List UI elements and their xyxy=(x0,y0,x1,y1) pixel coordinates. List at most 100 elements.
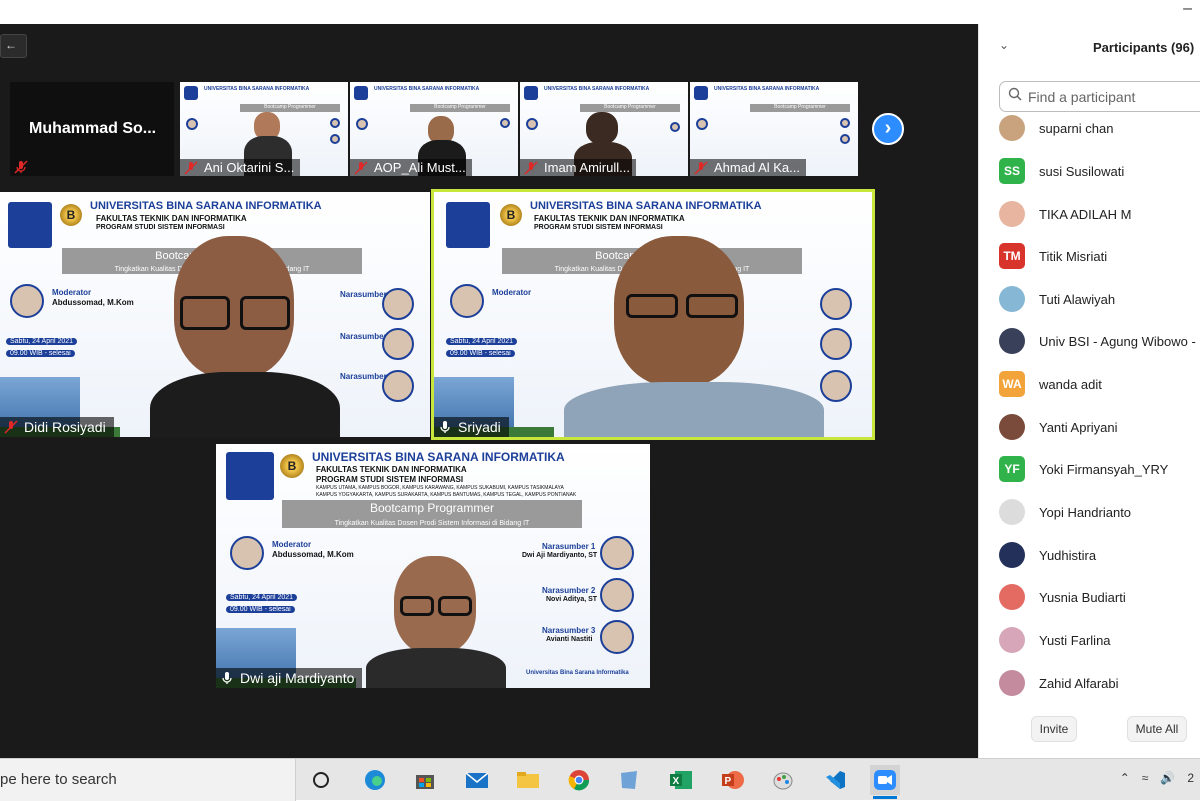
poster-faculty: FAKULTAS TEKNIK DAN INFORMATIKA xyxy=(534,214,685,223)
participant-name: susi Susilowati xyxy=(1039,163,1125,179)
video-thumbnail[interactable]: UNIVERSITAS BINA SARANA INFORMATIKA Boot… xyxy=(690,82,858,176)
poster-program: PROGRAM STUDI SISTEM INFORMASI xyxy=(316,475,464,484)
avatar: WA xyxy=(999,371,1025,397)
participant-name: Yoki Firmansyah_YRY xyxy=(1039,461,1169,477)
mute-all-button[interactable]: Mute All xyxy=(1127,716,1187,742)
participant-video xyxy=(564,232,824,437)
participant-item[interactable]: Univ BSI - Agung Wibowo - xyxy=(999,327,1200,355)
participants-panel: ⌄ Participants (96) Find a participant s… xyxy=(978,24,1200,758)
participant-item[interactable]: Yanti Apriyani xyxy=(999,413,1200,441)
participant-item[interactable]: SS susi Susilowati xyxy=(999,157,1200,185)
search-icon xyxy=(1008,87,1022,106)
participant-name: Didi Rosiyadi xyxy=(24,419,106,435)
participant-name: AOP_Ali Must... xyxy=(374,160,466,175)
edge-icon[interactable] xyxy=(360,765,390,795)
powerpoint-icon[interactable]: P xyxy=(718,765,748,795)
video-label: Ahmad Al Ka... xyxy=(690,159,806,176)
wifi-icon[interactable]: ≈ xyxy=(1142,771,1149,785)
video-thumbnail[interactable]: UNIVERSITAS BINA SARANA INFORMATIKA Boot… xyxy=(520,82,688,176)
avatar xyxy=(999,328,1025,354)
video-label: Imam Amirull... xyxy=(520,159,636,176)
zoom-icon[interactable] xyxy=(870,765,900,799)
poster-faculty: FAKULTAS TEKNIK DAN INFORMATIKA xyxy=(316,465,467,474)
video-tile[interactable]: B UNIVERSITAS BINA SARANA INFORMATIKA FA… xyxy=(216,444,650,688)
chevron-up-icon[interactable]: ⌃ xyxy=(1120,771,1130,785)
university-logo xyxy=(8,202,52,248)
avatar xyxy=(999,286,1025,312)
participant-name-tile[interactable]: Muhammad So... xyxy=(10,82,174,176)
window-title-strip: – xyxy=(0,0,1200,24)
poster-faculty: FAKULTAS TEKNIK DAN INFORMATIKA xyxy=(96,214,247,223)
participant-name: Imam Amirull... xyxy=(544,160,630,175)
poster-university: UNIVERSITAS BINA SARANA INFORMATIKA xyxy=(530,200,762,212)
vscode-icon[interactable] xyxy=(820,765,850,795)
video-thumbnail[interactable]: UNIVERSITAS BINA SARANA INFORMATIKA Boot… xyxy=(180,82,348,176)
poster-program: PROGRAM STUDI SISTEM INFORMASI xyxy=(534,224,663,231)
university-logo xyxy=(446,202,490,248)
unmuted-mic-icon xyxy=(220,671,234,685)
participant-name: TIKA ADILAH M xyxy=(1039,206,1132,222)
invite-button[interactable]: Invite xyxy=(1031,716,1077,742)
poster-banner: Bootcamp ProgrammerTingkatkan Kualitas D… xyxy=(282,500,582,528)
paint-icon[interactable] xyxy=(768,765,798,795)
participant-name: Muhammad So... xyxy=(29,120,157,137)
chrome-icon[interactable] xyxy=(564,765,594,795)
clock-text[interactable]: 2 xyxy=(1187,771,1194,785)
participant-item[interactable]: Yopi Handrianto xyxy=(999,498,1200,526)
cortana-icon[interactable] xyxy=(306,765,336,795)
muted-mic-icon xyxy=(184,160,198,175)
poster-campuses: KAMPUS UTAMA, KAMPUS BOGOR, KAMPUS KARAW… xyxy=(316,485,564,491)
taskbar-search-box[interactable]: pe here to search xyxy=(0,759,296,801)
muted-mic-icon xyxy=(694,160,708,175)
video-tile[interactable]: B UNIVERSITAS BINA SARANA INFORMATIKA FA… xyxy=(0,192,430,437)
participant-search-input[interactable]: Find a participant xyxy=(999,81,1200,112)
participant-item[interactable]: TM Titik Misriati xyxy=(999,242,1200,270)
participant-item[interactable]: Zahid Alfarabi xyxy=(999,669,1200,697)
participant-item[interactable]: WA wanda adit xyxy=(999,370,1200,398)
muted-mic-icon xyxy=(354,160,368,175)
participant-name: Yusti Farlina xyxy=(1039,632,1111,648)
accreditation-badge: B xyxy=(500,204,522,226)
next-page-button[interactable]: › xyxy=(872,113,904,145)
panel-title: Participants (96) xyxy=(1093,40,1195,55)
avatar: SS xyxy=(999,158,1025,184)
active-speaker-tile[interactable]: B UNIVERSITAS BINA SARANA INFORMATIKA FA… xyxy=(431,189,875,440)
chevron-down-icon[interactable]: ⌄ xyxy=(999,38,1009,52)
participant-item[interactable]: YF Yoki Firmansyah_YRY xyxy=(999,455,1200,483)
participant-name: Sriyadi xyxy=(458,419,501,435)
accreditation-badge: B xyxy=(280,454,304,478)
video-label: AOP_Ali Must... xyxy=(350,159,472,176)
excel-icon[interactable]: X xyxy=(666,765,696,795)
avatar xyxy=(999,414,1025,440)
video-thumbnail[interactable]: UNIVERSITAS BINA SARANA INFORMATIKA Boot… xyxy=(350,82,518,176)
participant-name: wanda adit xyxy=(1039,376,1102,392)
poster-campuses: KAMPUS YOGYAKARTA, KAMPUS SURAKARTA, KAM… xyxy=(316,492,577,498)
file-explorer-icon[interactable] xyxy=(513,765,543,795)
search-placeholder: pe here to search xyxy=(0,771,117,788)
poster-university: UNIVERSITAS BINA SARANA INFORMATIKA xyxy=(90,200,322,212)
participant-video xyxy=(366,548,506,688)
meeting-stage: ← Muhammad So... UNIVERSITAS BINA SARANA… xyxy=(0,24,978,758)
avatar xyxy=(999,115,1025,141)
participant-name: Tuti Alawiyah xyxy=(1039,291,1116,307)
participant-item[interactable]: suparni chan xyxy=(999,114,1200,142)
participant-name: Yanti Apriyani xyxy=(1039,419,1118,435)
taskbar: pe here to search X P ⌃ ≈ 🔊 2 xyxy=(0,758,1200,801)
view-toggle-button[interactable]: ← xyxy=(0,34,27,58)
poster-university: UNIVERSITAS BINA SARANA INFORMATIKA xyxy=(312,450,565,464)
participant-name: Yudhistira xyxy=(1039,547,1097,563)
participant-item[interactable]: Yusti Farlina xyxy=(999,626,1200,654)
store-icon[interactable] xyxy=(410,765,440,795)
avatar xyxy=(999,584,1025,610)
participant-item[interactable]: TIKA ADILAH M xyxy=(999,200,1200,228)
minimize-button[interactable]: – xyxy=(1183,0,1192,18)
volume-icon[interactable]: 🔊 xyxy=(1160,771,1175,785)
participant-item[interactable]: Yudhistira xyxy=(999,541,1200,569)
mail-icon[interactable] xyxy=(462,765,492,795)
participant-item[interactable]: Yusnia Budiarti xyxy=(999,583,1200,611)
sticky-notes-icon[interactable] xyxy=(614,765,644,795)
avatar xyxy=(999,542,1025,568)
video-label: Dwi aji Mardiyanto xyxy=(216,668,363,688)
participant-item[interactable]: Tuti Alawiyah xyxy=(999,285,1200,313)
participant-name: Dwi aji Mardiyanto xyxy=(240,670,355,686)
